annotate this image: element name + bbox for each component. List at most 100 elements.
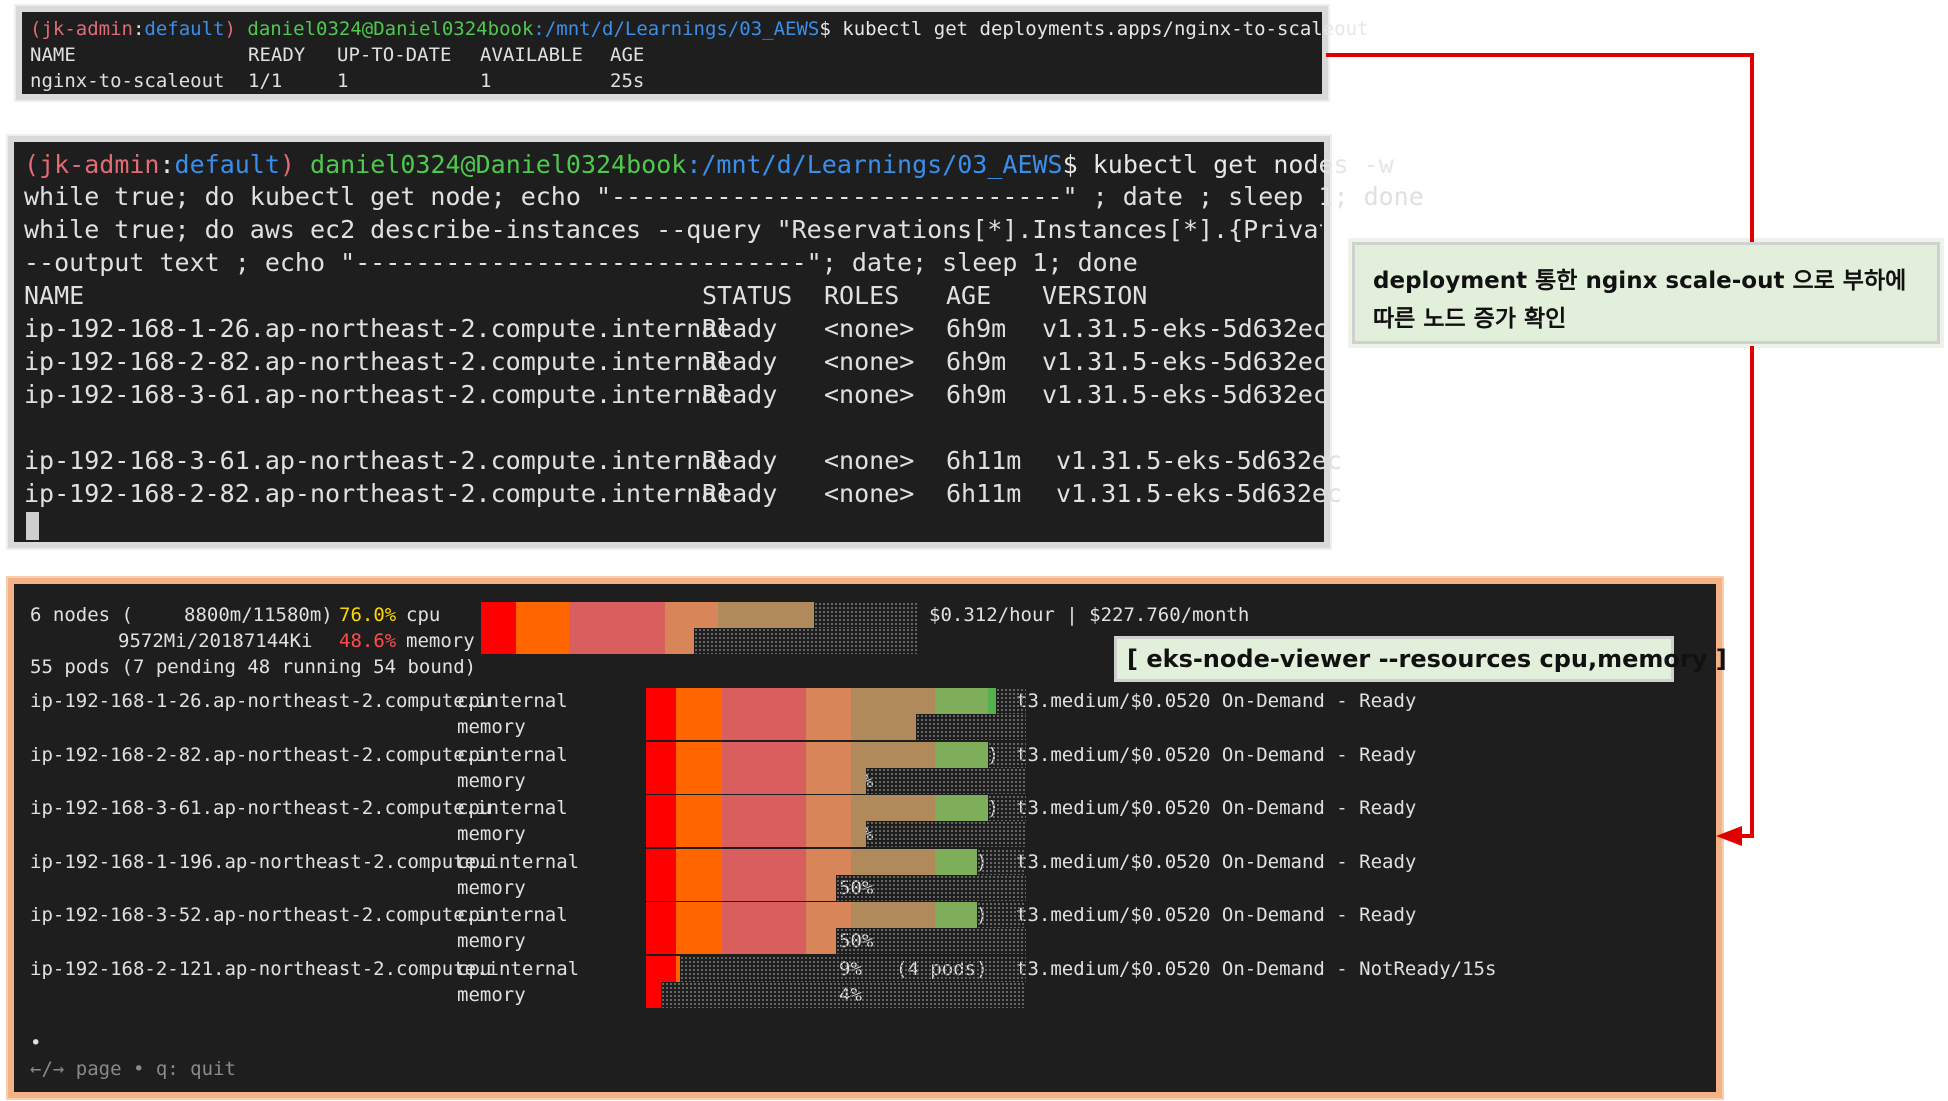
- shell-line-1: while true; do kubectl get node; echo "-…: [24, 182, 1424, 211]
- node-version: v1.31.5-eks-5d632ec: [1042, 380, 1328, 409]
- prompt-path: :/mnt/d/Learnings/03_AEWS: [686, 150, 1063, 179]
- bar-segment: [646, 767, 677, 794]
- viewer-command-label: [ eks-node-viewer --resources cpu,memory…: [1114, 636, 1727, 682]
- node-cpu-bar: [646, 902, 1026, 928]
- bar-segment: [676, 821, 722, 847]
- deploy-header-age: AGE: [610, 44, 645, 66]
- node-version: v1.31.5-eks-5d632ec: [1042, 314, 1328, 343]
- bar-empty: [976, 902, 1026, 928]
- node-status: Ready: [702, 479, 778, 508]
- bar-segment: [934, 848, 977, 875]
- bar-segment: [646, 955, 677, 982]
- node-mem-bar: [646, 874, 1026, 901]
- bar-segment: [676, 714, 722, 740]
- bar-segment: [676, 928, 722, 954]
- bar-segment: [664, 602, 718, 628]
- deploy-cell-ready: 1/1: [248, 70, 283, 92]
- bar-segment: [851, 848, 935, 875]
- node-cpu-bar: [646, 848, 1026, 875]
- bar-segment: [805, 902, 852, 928]
- node-status: Ready: [702, 446, 778, 475]
- shell-line-2: while true; do aws ec2 describe-instance…: [24, 215, 1322, 244]
- bar-segment: [676, 741, 722, 768]
- summary-pods: 55 pods (7 pending 48 running 54 bound): [30, 656, 477, 678]
- node-name: ip-192-168-3-61.ap-northeast-2.compute.i…: [24, 446, 732, 475]
- node-name: ip-192-168-2-82.ap-northeast-2.compute.i…: [24, 347, 732, 376]
- node-mem-label: memory: [457, 930, 526, 952]
- node-info: t3.medium/$0.0520 On-Demand - Ready: [1016, 690, 1417, 712]
- bar-segment: [722, 902, 806, 928]
- node-status: Ready: [702, 314, 778, 343]
- bar-segment: [516, 628, 569, 654]
- bar-segment: [805, 767, 852, 794]
- prompt-colon: :: [159, 150, 175, 179]
- summary-cpu-amount: 8800m/11580m): [184, 604, 333, 626]
- bar-segment: [805, 848, 852, 875]
- arrow-lower-vertical: [1750, 346, 1754, 838]
- bar-segment: [646, 714, 677, 740]
- node-cpu-bar: [646, 955, 1026, 982]
- node-info: t3.medium/$0.0520 On-Demand - Ready: [1016, 850, 1417, 873]
- node-mem-label: memory: [457, 876, 526, 899]
- node-mem-label: memory: [457, 823, 526, 845]
- node-cpu-label: cpu: [457, 957, 492, 980]
- bar-segment: [851, 902, 935, 928]
- bar-segment: [646, 902, 677, 928]
- bar-segment: [664, 628, 694, 654]
- bar-segment: [722, 767, 806, 794]
- node-cpu-bar: [646, 688, 1026, 714]
- bar-segment: [722, 874, 806, 901]
- bar-segment: [722, 848, 806, 875]
- summary-mem-amount: 9572Mi/20187144Ki: [118, 630, 313, 652]
- prompt-line: (jk-admin:default) daniel0324@Daniel0324…: [24, 150, 1394, 179]
- bar-segment: [934, 795, 988, 821]
- node-roles: <none>: [824, 479, 915, 508]
- bar-segment: [676, 848, 722, 875]
- node-name: ip-192-168-1-26.ap-northeast-2.compute.i…: [24, 314, 732, 343]
- deploy-header-ready: READY: [248, 44, 306, 66]
- node-roles: <none>: [824, 380, 915, 409]
- bar-segment: [568, 628, 665, 654]
- node-age: 6h11m: [946, 446, 1022, 475]
- terminal-nodes-watch: (jk-admin:default) daniel0324@Daniel0324…: [14, 142, 1424, 542]
- bar-segment: [722, 928, 806, 954]
- prompt-symbol: $: [819, 18, 831, 40]
- bar-segment: [851, 714, 916, 740]
- prompt-close: ): [279, 150, 295, 179]
- node-cpu-bar: [646, 741, 1026, 768]
- bar-segment: [481, 628, 517, 654]
- pager-hint: ←/→ page • q: quit: [30, 1058, 236, 1080]
- bar-empty: [988, 795, 1026, 821]
- eks-node-viewer: 6 nodes ( 8800m/11580m) 76.0% cpu 9572Mi…: [14, 584, 1727, 1092]
- summary-mem-pct: 48.6%: [339, 630, 397, 652]
- node-cpu-label: cpu: [457, 904, 492, 926]
- nodes-header-roles: ROLES: [824, 281, 900, 310]
- bar-empty: [836, 874, 1026, 901]
- bar-segment: [676, 795, 722, 821]
- bar-segment: [934, 688, 988, 714]
- node-name: ip-192-168-2-82.ap-northeast-2.compute.i…: [24, 479, 732, 508]
- bar-empty: [836, 928, 1026, 954]
- nodes-header-version: VERSION: [1042, 281, 1148, 310]
- bar-segment: [722, 795, 806, 821]
- prompt-line: (jk-admin:default) daniel0324@Daniel0324…: [30, 18, 1368, 40]
- summary-nodes: 6 nodes (: [30, 604, 133, 626]
- bar-segment: [805, 688, 852, 714]
- prompt-host: daniel0324@Daniel0324book: [247, 18, 534, 40]
- bar-segment: [646, 688, 677, 714]
- node-age: 6h9m: [946, 380, 1007, 409]
- node-mem-label: memory: [457, 769, 526, 792]
- node-cpu-label: cpu: [457, 797, 492, 819]
- bar-segment: [722, 741, 806, 768]
- node-roles: <none>: [824, 314, 915, 343]
- bar-segment: [676, 874, 722, 901]
- prompt-host: daniel0324@Daniel0324book: [310, 150, 687, 179]
- bar-segment: [722, 714, 806, 740]
- node-roles: <none>: [824, 446, 915, 475]
- bar-segment: [805, 741, 852, 768]
- annotation-callout: deployment 통한 nginx scale-out 으로 부하에 따른 …: [1352, 242, 1940, 344]
- bar-empty: [976, 848, 1026, 875]
- prompt-symbol: $: [1062, 150, 1078, 179]
- bar-empty: [866, 767, 1026, 794]
- node-cpu-label: cpu: [457, 743, 492, 766]
